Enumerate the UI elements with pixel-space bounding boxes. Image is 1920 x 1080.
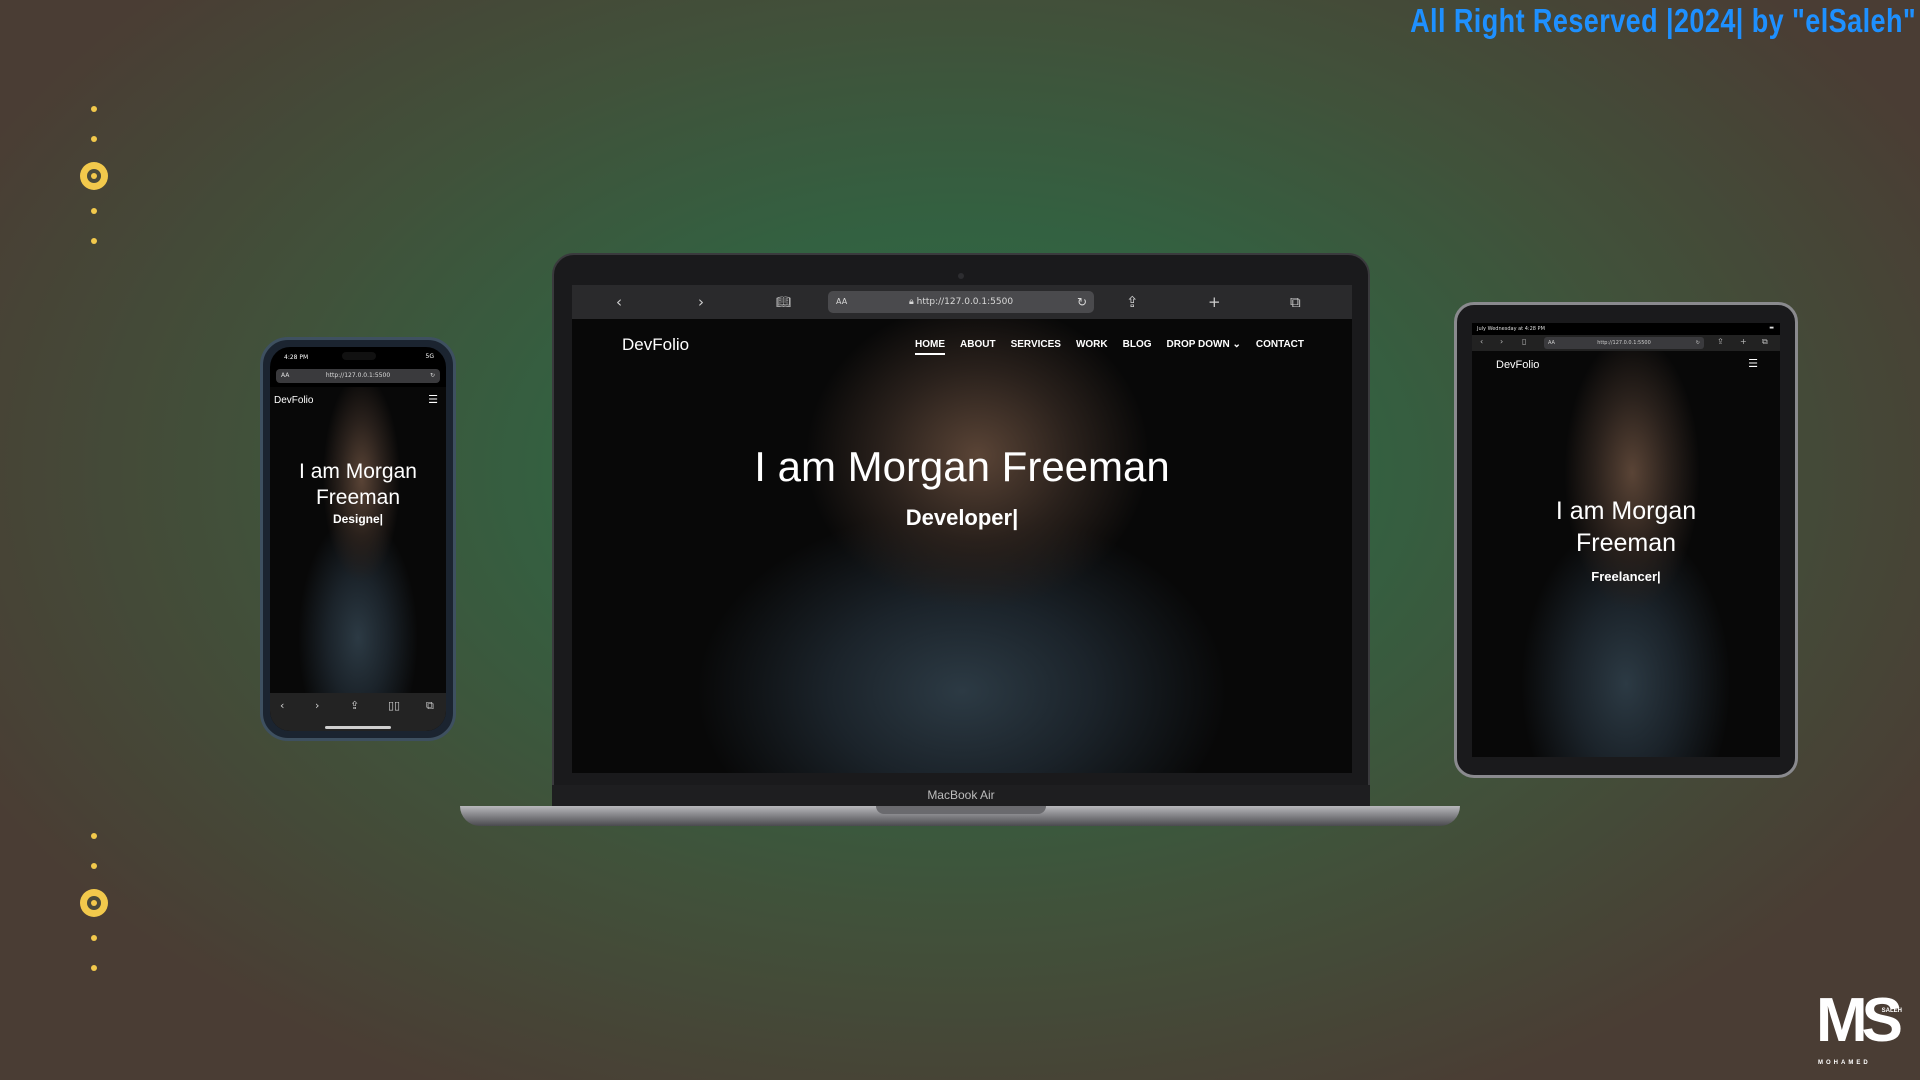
- chevron-down-icon: ⌄: [1232, 339, 1241, 350]
- address-bar[interactable]: AA http://127.0.0.1:5500 ↻: [1544, 337, 1704, 349]
- status-time: 4:28 PM: [284, 354, 309, 361]
- tablet-screen: July Wednesday at 4:28 PM ▬ ‹ › ▯ AA htt…: [1472, 323, 1780, 757]
- share-icon[interactable]: ⇪: [1717, 337, 1724, 346]
- tablet-mockup: July Wednesday at 4:28 PM ▬ ‹ › ▯ AA htt…: [1454, 302, 1798, 778]
- tablet-toolbar: ‹ › ▯ AA http://127.0.0.1:5500 ↻ ⇪ + ⧉: [1472, 335, 1780, 351]
- battery-icon: ▬: [1769, 325, 1774, 331]
- menu-icon[interactable]: ☰: [428, 393, 438, 406]
- tabs-icon[interactable]: ⧉: [1290, 291, 1301, 313]
- logo-top-text: SALEH: [1881, 1008, 1902, 1014]
- laptop-notch: [876, 806, 1046, 814]
- decorative-dots-bottom: [80, 823, 108, 983]
- chevron-right-icon[interactable]: ›: [1500, 337, 1503, 346]
- status-time: July Wednesday at 4:28 PM: [1477, 326, 1545, 332]
- nav-contact[interactable]: CONTACT: [1256, 339, 1304, 350]
- tabs-icon[interactable]: ⧉: [426, 699, 434, 713]
- laptop-label: MacBook Air: [927, 788, 995, 802]
- phone-address-bar[interactable]: AA http://127.0.0.1:5500 ↻: [276, 369, 440, 383]
- phone-screen: 4:28 PM 5G AA http://127.0.0.1:5500 ↻ De…: [270, 347, 446, 731]
- book-icon[interactable]: ▯: [1522, 337, 1526, 346]
- copyright-notice: All Right Reserved |2024| by "elSaleh": [1409, 2, 1916, 39]
- phone-status-bar: 4:28 PM 5G: [270, 347, 446, 365]
- presentation-canvas: { "copyright": "All Right Reserved |2024…: [0, 0, 1920, 1080]
- decorative-dots-top: [80, 96, 108, 256]
- tabs-icon[interactable]: ⧉: [1762, 337, 1768, 347]
- laptop-screen: ‹ › 📖︎ AA 🔒︎ http://127.0.0.1:5500 ↻ ⇪ +…: [572, 285, 1352, 773]
- nav-work[interactable]: WORK: [1076, 339, 1108, 350]
- address-bar[interactable]: AA 🔒︎ http://127.0.0.1:5500 ↻: [828, 291, 1094, 313]
- chevron-left-icon[interactable]: ‹: [1480, 337, 1483, 346]
- hero-role: Designe|: [332, 512, 384, 526]
- hero-title: I am Morgan Freeman: [299, 460, 417, 509]
- hero-role: Freelancer|: [1591, 569, 1661, 584]
- author-logo: MS SALEH MOHAMED: [1816, 990, 1906, 1070]
- target-icon: [80, 162, 108, 190]
- book-icon[interactable]: 📖︎: [776, 291, 791, 313]
- hero-title: I am Morgan Freeman: [754, 443, 1170, 490]
- phone-mockup: 4:28 PM 5G AA http://127.0.0.1:5500 ↻ De…: [260, 337, 456, 741]
- browser-toolbar: ‹ › 📖︎ AA 🔒︎ http://127.0.0.1:5500 ↻ ⇪ +…: [572, 285, 1352, 319]
- chevron-right-icon[interactable]: ›: [698, 291, 704, 313]
- nav-dropdown[interactable]: DROP DOWN ⌄: [1167, 339, 1241, 350]
- reload-icon[interactable]: ↻: [1077, 291, 1087, 313]
- hero-role: Developer|: [905, 505, 1019, 530]
- url-text: 🔒︎ http://127.0.0.1:5500: [908, 297, 1014, 307]
- nav-services[interactable]: SERVICES: [1011, 339, 1061, 350]
- plus-icon[interactable]: +: [1208, 291, 1221, 313]
- chevron-right-icon[interactable]: ›: [315, 699, 319, 712]
- tablet-hero: DevFolio ☰ I am Morgan Freeman Freelance…: [1472, 351, 1780, 757]
- signal-indicator: 5G: [425, 353, 434, 360]
- brand-logo[interactable]: DevFolio: [274, 395, 313, 406]
- share-icon[interactable]: ⇪: [350, 699, 359, 712]
- laptop-mockup: ‹ › 📖︎ AA 🔒︎ http://127.0.0.1:5500 ↻ ⇪ +…: [552, 253, 1370, 808]
- url-text: http://127.0.0.1:5500: [1597, 340, 1651, 346]
- chevron-left-icon[interactable]: ‹: [616, 291, 622, 313]
- brand-logo[interactable]: DevFolio: [622, 335, 689, 355]
- laptop-hero: DevFolio HOME ABOUT SERVICES WORK BLOG D…: [572, 319, 1352, 773]
- nav-blog[interactable]: BLOG: [1123, 339, 1152, 350]
- hero-title: I am Morgan Freeman: [1555, 497, 1697, 557]
- reload-icon[interactable]: ↻: [430, 369, 435, 383]
- home-indicator: [325, 726, 391, 729]
- nav-about[interactable]: ABOUT: [960, 339, 996, 350]
- dynamic-island: [342, 352, 376, 360]
- logo-initials: MS: [1816, 986, 1903, 1055]
- nav-home[interactable]: HOME: [915, 339, 946, 355]
- main-nav: HOME ABOUT SERVICES WORK BLOG DROP DOWN …: [915, 339, 1304, 355]
- share-icon[interactable]: ⇪: [1126, 291, 1139, 313]
- camera: [958, 273, 964, 279]
- reload-icon[interactable]: ↻: [1696, 337, 1700, 349]
- plus-icon[interactable]: +: [1740, 337, 1747, 346]
- target-icon: [80, 889, 108, 917]
- lock-icon: 🔒︎: [908, 297, 914, 307]
- url-text: http://127.0.0.1:5500: [325, 372, 391, 379]
- tablet-status-bar: July Wednesday at 4:28 PM ▬: [1472, 323, 1780, 335]
- chevron-left-icon[interactable]: ‹: [280, 699, 284, 712]
- logo-bottom-text: MOHAMED: [1818, 1060, 1871, 1066]
- menu-icon[interactable]: ☰: [1748, 357, 1758, 370]
- brand-logo[interactable]: DevFolio: [1496, 359, 1539, 371]
- phone-toolbar: ‹ › ⇪ ▯▯ ⧉: [270, 693, 446, 731]
- phone-hero: DevFolio ☰ I am Morgan Freeman Designe|: [270, 387, 446, 693]
- book-icon[interactable]: ▯▯: [388, 699, 400, 712]
